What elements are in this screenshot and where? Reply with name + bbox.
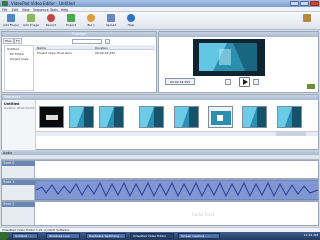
help-button[interactable]: Help [122, 14, 140, 29]
track-label: Track 2 [2, 202, 35, 207]
export-label: Export [66, 23, 76, 27]
zoom-slider[interactable] [276, 132, 306, 136]
clip-thumbnail[interactable] [174, 106, 199, 128]
start-button[interactable] [0, 232, 9, 240]
maximize-button[interactable] [300, 1, 309, 6]
record-label: Record [45, 23, 57, 27]
main-toolbar: Add File(s) Add Image Record Export Burn… [0, 12, 320, 30]
track-2[interactable]: Track 2 Audio Track [1, 201, 319, 226]
burn-disc-icon [87, 14, 95, 22]
help-label: Help [127, 23, 135, 27]
export-icon [67, 14, 75, 22]
taskbar-item[interactable]: Hardware Switching ... [86, 233, 126, 239]
clip-duration: 00:00:34.255 [95, 51, 116, 55]
volume-icon[interactable] [307, 84, 315, 89]
clip-thumbnail[interactable] [99, 106, 124, 128]
app-icon [2, 1, 8, 6]
thumbnail-image [243, 107, 266, 127]
footage-tabs: Files FX [2, 38, 40, 44]
audio-track-placeholder: Audio Track [192, 212, 216, 217]
thumbnail-image [100, 107, 123, 127]
sequence-panel: Sequence Untitled Duration: 00:00:34.255 [1, 94, 319, 150]
taskbar-item[interactable]: Screen Capture - ... [178, 233, 220, 239]
thumbnail-image [140, 107, 163, 127]
title-bar: VideoPad Video Editor - Untitled [0, 0, 320, 7]
record-icon [47, 14, 55, 22]
sequence-name: Untitled [4, 102, 20, 106]
help-icon [127, 14, 135, 22]
list-item[interactable]: Project Clips: final.wmv 00:00:34.255 [35, 50, 155, 55]
preview-panel: 00:00:34.255 [158, 31, 319, 93]
track-1[interactable]: Track 1 [1, 179, 319, 201]
track-label-panel: Track 2 [2, 202, 35, 225]
upload-label: Upload [105, 23, 117, 27]
thumbnail-image [70, 107, 93, 127]
thumbnail-image [175, 107, 198, 127]
add-image-button[interactable]: Add Image [22, 14, 40, 29]
clip-thumbnail[interactable] [69, 106, 94, 128]
clip-thumbnail[interactable] [277, 106, 302, 128]
thumbnail-image [211, 111, 231, 125]
next-frame-button[interactable] [253, 79, 259, 85]
clip-thumbnail[interactable] [39, 106, 64, 128]
audio-waveform [36, 181, 318, 199]
folder-tree: Untitled PC Folder Project Clips [4, 45, 34, 91]
play-icon [243, 79, 248, 85]
burn-label: Burn [87, 23, 95, 27]
taskbar-item-active[interactable]: VideoPad Video Editor [130, 233, 174, 239]
video-preview [193, 39, 265, 76]
view-toggle-button[interactable] [105, 39, 110, 44]
track-label: Track 1 [2, 180, 35, 185]
upload-button[interactable]: Upload [102, 14, 120, 29]
tab-files[interactable]: Files [3, 38, 14, 44]
add-file-label: Add File(s) [3, 23, 19, 27]
tree-item-project-clips[interactable]: Project Clips [10, 57, 28, 61]
tree-item-untitled[interactable]: Untitled [7, 47, 19, 51]
upload-icon [107, 14, 115, 22]
toolbox-button[interactable] [298, 14, 316, 29]
track-label-panel: Track 1 [2, 180, 35, 200]
clip-thumbnail[interactable] [208, 106, 233, 128]
taskbar-item[interactable]: Windows Live [46, 233, 80, 239]
sequence-header: Sequence [2, 95, 318, 100]
record-button[interactable]: Record [42, 14, 60, 29]
tab-fx[interactable]: FX [14, 38, 22, 44]
add-image-label: Add Image [22, 23, 40, 27]
filter-input[interactable] [72, 39, 102, 44]
previous-frame-button[interactable] [225, 79, 231, 85]
footage-panel: Footage Files FX Untitled PC Folder Proj… [1, 31, 157, 93]
track-0[interactable]: Track 0 [1, 160, 319, 179]
timecode-display: 00:00:34.255 [165, 78, 195, 85]
tree-item-pc-folder[interactable]: PC Folder [10, 52, 24, 56]
play-button[interactable] [239, 77, 250, 87]
video-frame-image [193, 39, 265, 76]
clip-thumbnail[interactable] [242, 106, 267, 128]
window-title: VideoPad Video Editor - Untitled [11, 1, 75, 6]
minimize-button[interactable] [290, 1, 299, 6]
track-label-panel: Track 0 [2, 161, 35, 178]
close-button[interactable] [310, 1, 319, 6]
app-window: VideoPad Video Editor - Untitled File Ed… [0, 0, 320, 240]
sequence-scrollbar[interactable] [36, 131, 318, 136]
burn-button[interactable]: Burn [82, 14, 100, 29]
toolbox-icon [303, 14, 311, 22]
export-button[interactable]: Export [62, 14, 80, 29]
preview-header [159, 32, 318, 37]
add-file-button[interactable]: Add File(s) [2, 14, 20, 29]
clip-thumbnail[interactable] [139, 106, 164, 128]
add-file-icon [7, 14, 15, 22]
clip-name: Project Clips: final.wmv [37, 51, 72, 55]
footage-header: Footage [2, 32, 156, 37]
thumbnail-image [278, 107, 301, 127]
taskbar: Untitled - ... Windows Live Hardware Swi… [0, 232, 320, 240]
track-label: Track 0 [2, 161, 35, 166]
clock: 11:21 AM [303, 233, 318, 237]
thumbnail-image [46, 115, 58, 120]
sequence-duration: Duration: 00:00:34.255 [4, 107, 35, 110]
taskbar-item[interactable]: Untitled - ... [12, 233, 38, 239]
add-image-icon [27, 14, 35, 22]
sequence-info: Untitled Duration: 00:00:34.255 [2, 100, 36, 150]
